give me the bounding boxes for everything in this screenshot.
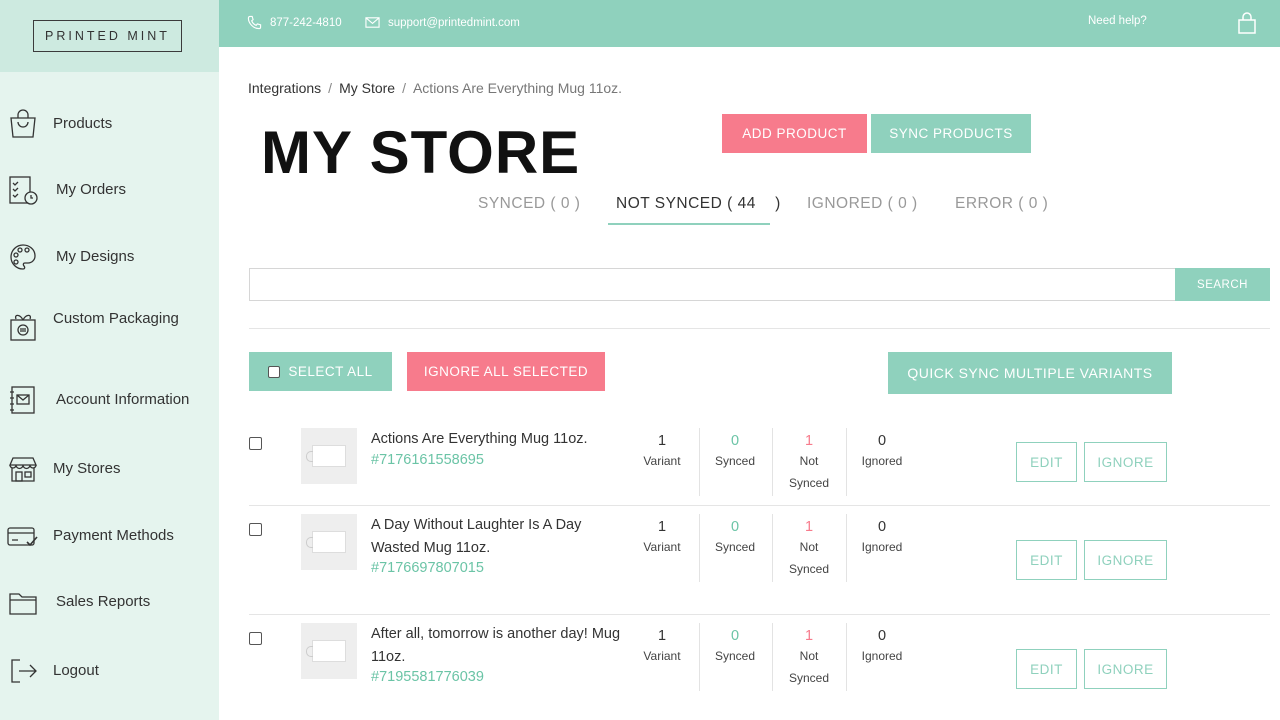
brand-logo[interactable]: PRINTED MINT: [33, 20, 182, 52]
sidebar-item-account-information[interactable]: Account Information: [0, 375, 219, 425]
sidebar-item-label: My Stores: [53, 460, 121, 477]
help-link[interactable]: Need help?: [1088, 15, 1147, 27]
product-id[interactable]: #7176161558695: [371, 452, 484, 468]
select-all-button[interactable]: SELECT ALL: [249, 352, 392, 391]
credit-card-icon: [7, 518, 39, 554]
tab-error[interactable]: ERROR ( 0 ): [955, 195, 1048, 213]
product-thumbnail: [301, 623, 357, 679]
sidebar-item-label: Custom Packaging: [53, 310, 179, 327]
edit-button[interactable]: EDIT: [1016, 442, 1077, 482]
email-contact[interactable]: support@printedmint.com: [365, 15, 520, 30]
edit-button[interactable]: EDIT: [1016, 540, 1077, 580]
sync-products-button[interactable]: SYNC PRODUCTS: [871, 114, 1031, 153]
synced-count: 0 Synced: [714, 433, 756, 468]
table-row: After all, tomorrow is another day! Mug …: [249, 623, 1270, 713]
sidebar-item-logout[interactable]: Logout: [0, 646, 219, 696]
not-synced-count: 1 Not Synced: [788, 433, 830, 490]
sidebar-item-sales-reports[interactable]: Sales Reports: [0, 577, 219, 627]
top-bar: 877-242-4810 support@printedmint.com Nee…: [219, 0, 1280, 47]
ignored-count: 0 Ignored: [861, 519, 903, 554]
mug-image: [306, 531, 346, 553]
edit-button[interactable]: EDIT: [1016, 649, 1077, 689]
folder-icon: [7, 584, 39, 620]
select-all-checkbox[interactable]: [268, 365, 281, 378]
tab-not-synced[interactable]: NOT SYNCED ( 44 ): [616, 195, 781, 213]
breadcrumb: Integrations / My Store / Actions Are Everyt…: [248, 80, 622, 96]
table-row: Actions Are Everything Mug 11oz. #717616…: [249, 428, 1270, 500]
sidebar-item-custom-packaging[interactable]: Custom Packaging: [0, 294, 219, 344]
logout-icon: [7, 653, 39, 689]
logo-area: PRINTED MINT: [0, 0, 219, 72]
sidebar-item-label: Payment Methods: [53, 527, 174, 544]
sidebar-item-label: Account Information: [56, 391, 190, 408]
sidebar-item-my-designs[interactable]: My Designs: [0, 232, 219, 282]
page-title: MY STORE: [261, 119, 581, 186]
not-synced-count: 1 Not Synced: [788, 628, 830, 685]
breadcrumb-current: Actions Are Everything Mug 11oz.: [412, 80, 623, 96]
select-all-label: SELECT ALL: [288, 364, 373, 379]
row-divider: [249, 505, 1270, 506]
address-book-icon: [7, 382, 39, 418]
sidebar-item-label: Products: [53, 115, 113, 132]
product-title[interactable]: Actions Are Everything Mug 11oz.: [371, 428, 621, 451]
divider: [249, 328, 1270, 329]
row-divider: [249, 614, 1270, 615]
active-tab-indicator: [608, 223, 770, 225]
product-thumbnail: [301, 514, 357, 570]
product-title[interactable]: After all, tomorrow is another day! Mug …: [371, 623, 621, 669]
mug-image: [306, 445, 346, 467]
sidebar-item-label: Logout: [53, 662, 99, 679]
product-thumbnail: [301, 428, 357, 484]
sidebar-item-label: My Designs: [56, 248, 135, 265]
mail-icon: [365, 17, 380, 28]
breadcrumb-my-store[interactable]: My Store: [339, 80, 395, 96]
phone-icon: [247, 15, 262, 30]
product-id[interactable]: #7195581776039: [371, 669, 484, 685]
variant-count: 1 Variant: [643, 433, 681, 468]
search-button[interactable]: SEARCH: [1175, 268, 1270, 301]
variant-count: 1 Variant: [643, 628, 681, 663]
support-email: support@printedmint.com: [388, 16, 520, 29]
sidebar-item-my-orders[interactable]: My Orders: [0, 165, 219, 215]
ignore-button[interactable]: IGNORE: [1084, 649, 1167, 689]
tab-ignored[interactable]: IGNORED ( 0 ): [807, 195, 918, 213]
tab-synced[interactable]: SYNCED ( 0 ): [478, 195, 580, 213]
breadcrumb-integrations[interactable]: Integrations: [248, 80, 321, 96]
checklist-clock-icon: [7, 172, 39, 208]
phone-contact[interactable]: 877-242-4810: [247, 15, 342, 30]
shopping-bag-icon: [7, 106, 39, 142]
table-row: A Day Without Laughter Is A Day Wasted M…: [249, 514, 1270, 604]
product-title[interactable]: A Day Without Laughter Is A Day Wasted M…: [371, 514, 591, 560]
variant-count: 1 Variant: [643, 519, 681, 554]
storefront-icon: [7, 451, 39, 487]
synced-count: 0 Synced: [714, 628, 756, 663]
cart-bag-icon[interactable]: [1237, 12, 1257, 34]
ignored-count: 0 Ignored: [861, 628, 903, 663]
sidebar: PRINTED MINT Products My Orders My Desig…: [0, 0, 219, 720]
breadcrumb-separator: /: [402, 80, 406, 96]
not-synced-count: 1 Not Synced: [788, 519, 830, 576]
breadcrumb-separator: /: [328, 80, 333, 96]
sidebar-item-payment-methods[interactable]: Payment Methods: [0, 511, 219, 561]
product-id[interactable]: #7176697807015: [371, 560, 484, 576]
row-checkbox[interactable]: [249, 437, 262, 450]
sidebar-item-label: Sales Reports: [56, 593, 151, 610]
add-product-button[interactable]: ADD PRODUCT: [722, 114, 867, 153]
quick-sync-multiple-variants-button[interactable]: QUICK SYNC MULTIPLE VARIANTS: [888, 352, 1172, 394]
sidebar-item-label: My Orders: [56, 181, 127, 198]
row-checkbox[interactable]: [249, 523, 262, 536]
synced-count: 0 Synced: [714, 519, 756, 554]
gift-box-icon: [7, 308, 39, 344]
ignore-button[interactable]: IGNORE: [1084, 442, 1167, 482]
ignored-count: 0 Ignored: [861, 433, 903, 468]
phone-number: 877-242-4810: [270, 16, 342, 29]
sidebar-item-products[interactable]: Products: [0, 99, 219, 149]
palette-icon: [7, 239, 39, 275]
sidebar-item-my-stores[interactable]: My Stores: [0, 444, 219, 494]
mug-image: [306, 640, 346, 662]
row-checkbox[interactable]: [249, 632, 262, 645]
ignore-button[interactable]: IGNORE: [1084, 540, 1167, 580]
ignore-all-selected-button[interactable]: IGNORE ALL SELECTED: [407, 352, 605, 391]
search-input[interactable]: [249, 268, 1176, 301]
